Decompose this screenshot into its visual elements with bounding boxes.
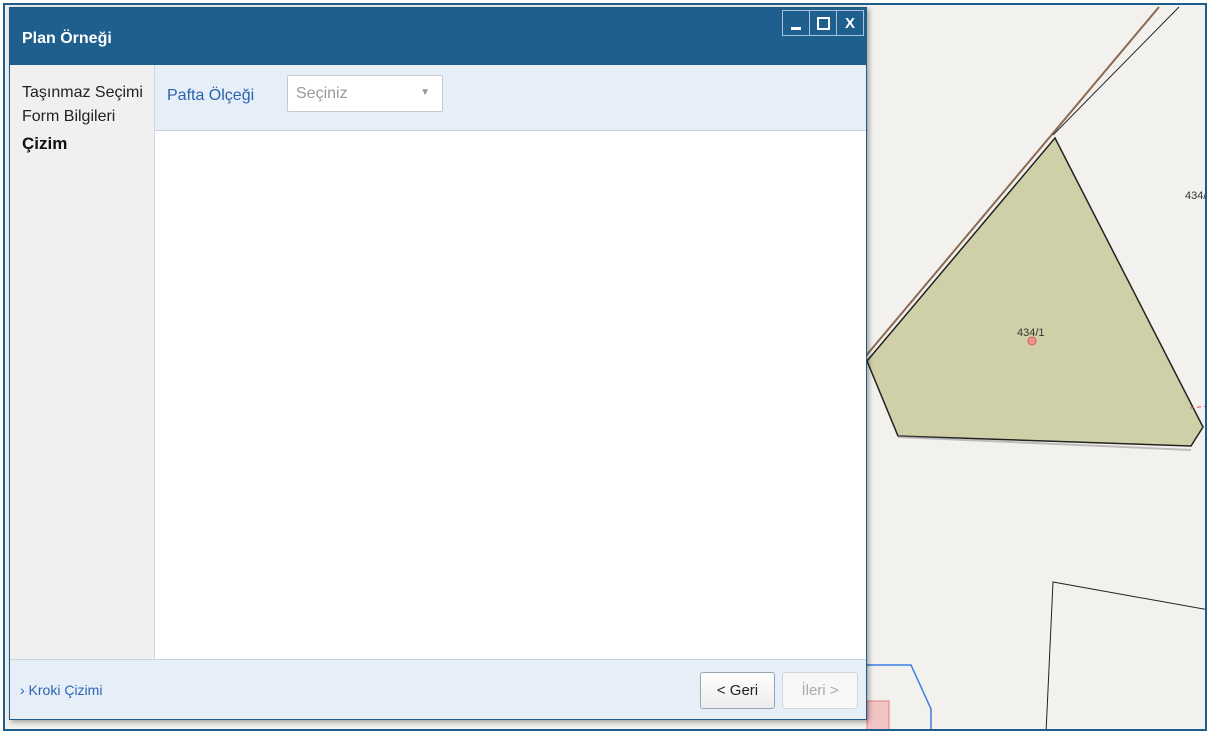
- nav-item-tasinmaz-secimi[interactable]: Taşınmaz Seçimi: [10, 81, 154, 105]
- form-toolbar: Pafta Ölçeği Seçiniz ▼: [155, 65, 866, 131]
- pafta-olcegi-select[interactable]: Seçiniz ▼: [287, 75, 443, 112]
- close-button[interactable]: X: [836, 11, 863, 35]
- window-controls: X: [782, 10, 864, 36]
- chevron-down-icon: ▼: [420, 87, 430, 98]
- dialog-titlebar[interactable]: Plan Örneği X: [10, 8, 866, 65]
- dialog-footer: › Kroki Çizimi < Geri İleri >: [10, 659, 866, 719]
- maximize-icon: [816, 16, 830, 30]
- nav-item-form-bilgileri[interactable]: Form Bilgileri: [10, 105, 154, 129]
- lower-parcel-boundary: [1045, 581, 1205, 729]
- back-button[interactable]: < Geri: [700, 672, 775, 709]
- nav-item-cizim[interactable]: Çizim: [10, 132, 154, 156]
- pafta-olcegi-label: Pafta Ölçeği: [167, 87, 255, 104]
- wizard-step-nav: Taşınmaz Seçimi Form Bilgileri Çizim: [10, 65, 155, 659]
- neighbor-parcel-label: 434/: [1185, 190, 1207, 202]
- highlight-rect: [866, 700, 890, 729]
- dialog-title: Plan Örneği: [22, 30, 112, 47]
- drawing-area[interactable]: [155, 131, 866, 659]
- parcel-label: 434/1: [1017, 327, 1045, 339]
- maximize-button[interactable]: [809, 11, 836, 35]
- selected-parcel[interactable]: [866, 136, 1204, 447]
- minimize-icon: [791, 26, 801, 30]
- next-button[interactable]: İleri >: [782, 672, 858, 709]
- close-icon: X: [844, 14, 855, 32]
- parcel-boundary: [1052, 6, 1180, 136]
- minimize-button[interactable]: [783, 11, 809, 35]
- plan-ornegi-dialog: Plan Örneği X Taşınmaz Seçimi Form Bilgi…: [9, 7, 867, 720]
- select-value: Seçiniz: [296, 85, 348, 102]
- screen-frame: 434/1 434/ Plan Örneği X Taşınmaz Seçimi…: [3, 3, 1207, 731]
- kroki-cizimi-link[interactable]: › Kroki Çizimi: [20, 682, 102, 698]
